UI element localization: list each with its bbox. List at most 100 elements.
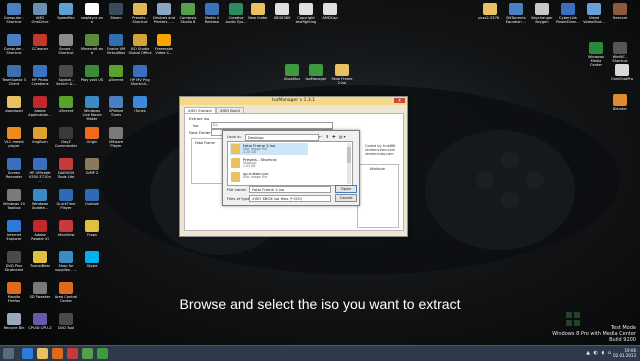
camtasia-taskbar-icon[interactable] bbox=[82, 348, 93, 359]
desktop-icon-vlc[interactable]: VLC media player bbox=[2, 127, 26, 148]
desktop-icon-keychanger[interactable]: Keychanger Keygen bbox=[530, 3, 554, 24]
folder-shortcut-icon bbox=[231, 158, 240, 168]
desktop-icon-dvd[interactable]: DVD Tool bbox=[54, 313, 78, 330]
desktop-icon-utorrent2[interactable]: uTorrent bbox=[54, 96, 78, 113]
start-button[interactable] bbox=[3, 348, 14, 359]
desktop-icon-computer2[interactable]: Computer - Shortcut bbox=[2, 34, 26, 55]
desktop-icon-winmc[interactable]: WinMC - Shortcut bbox=[608, 42, 632, 63]
desktop-icon-adobe[interactable]: Adobe Application... bbox=[28, 96, 52, 117]
tree-item-label[interactable]: Fatal Frame bbox=[195, 141, 215, 145]
desktop-icon-computer[interactable]: Computer - Shortcut bbox=[2, 3, 26, 24]
desktop-icon-wmc[interactable]: Windows Media Center bbox=[584, 42, 608, 67]
firefox-taskbar-icon[interactable] bbox=[52, 348, 63, 359]
desktop-icon-speedfan[interactable]: SpeedFan bbox=[54, 3, 78, 20]
desktop-icon-ie[interactable]: Internet Explorer bbox=[2, 220, 26, 241]
desktop-icon-xbxlogo[interactable]: XboxMus bbox=[280, 64, 304, 81]
desktop-icon-cpuid[interactable]: CPUID CPU-Z bbox=[28, 313, 52, 330]
iso-path-field[interactable]: C:\ bbox=[211, 122, 333, 129]
desktop-icon-wupdate[interactable]: Windows Update... bbox=[28, 189, 52, 210]
look-in-select[interactable]: Desktop bbox=[245, 134, 319, 141]
desktop-icon-copyright[interactable]: Copyright testfighting bbox=[294, 3, 318, 24]
spybot-icon bbox=[59, 65, 73, 77]
desktop-icon-skype[interactable]: Skype bbox=[80, 251, 104, 268]
isomanager-taskbar-icon[interactable] bbox=[97, 348, 108, 359]
media-taskbar-icon[interactable] bbox=[67, 348, 78, 359]
desktop-icon-vmware[interactable]: VMware Player bbox=[104, 127, 128, 148]
desktop-icon-cyberlink[interactable]: CyberLink PowerDirec... bbox=[556, 3, 580, 24]
ie-taskbar-icon[interactable] bbox=[22, 348, 33, 359]
desktop-icon-recycle[interactable]: Recycle Bin bbox=[2, 313, 26, 330]
desktop-icon-minecraft[interactable]: Minecraft.exe bbox=[80, 34, 104, 55]
desktop-icon-isomanager[interactable]: IsoManager bbox=[304, 64, 328, 81]
desktop-icon-xbox360[interactable]: XBOX360 bbox=[270, 3, 294, 20]
dialog-toolbar-icons[interactable]: ← ⬆ ✚ ▤▾ bbox=[319, 134, 347, 139]
desktop-icon-download[interactable]: download bbox=[2, 96, 26, 113]
desktop-icon-dayz[interactable]: DayZ Commander bbox=[54, 127, 78, 148]
desktop-icon-hpofficejet[interactable]: HP Officejet K550 E710n ... bbox=[28, 158, 52, 183]
desktop-icon-newfolder[interactable]: New folder bbox=[246, 3, 270, 20]
desktop-icon-quicktime[interactable]: QuickTime Player bbox=[54, 189, 78, 210]
desktop-icon-bitt[interactable]: BitTorrents Equation ... bbox=[504, 3, 528, 24]
desktop-icon-teamspeak[interactable]: TeamSpeak 3 Client bbox=[2, 65, 26, 86]
desktop-icon-steam[interactable]: Steam bbox=[104, 3, 128, 20]
desktop-icon-fatal[interactable]: Fatal Frame 2.iso bbox=[330, 64, 354, 85]
desktop-icon-label: ImgBurn bbox=[32, 140, 48, 144]
desktop-icon-creative[interactable]: Creative Audio Sys... bbox=[224, 3, 248, 24]
desktop-icon-blender[interactable]: Blender bbox=[608, 94, 632, 111]
desktop-icon-spybot[interactable]: Spybot - Search &... bbox=[54, 65, 78, 86]
desktop-icon-label: Presets - Shortcut bbox=[132, 16, 148, 24]
desktop-icon-origin[interactable]: Origin bbox=[80, 127, 104, 144]
desktop-icon-ulead[interactable]: Ulead VideoStud... bbox=[582, 3, 606, 24]
desktop-icon-hexcore[interactable]: Hexcore bbox=[608, 3, 632, 20]
desktop-icon-hpcreations[interactable]: HP Photo Creations bbox=[28, 65, 52, 86]
desktop-icon-camshot[interactable]: CamShotPro bbox=[610, 64, 634, 81]
file-item[interactable]: Presets - Shortcut Shortcut 1.03 KB bbox=[230, 157, 308, 169]
desktop-icon-utorrent[interactable]: μTorrent bbox=[104, 65, 128, 82]
scrollbar-thumb[interactable] bbox=[347, 147, 351, 163]
explorer-taskbar-icon[interactable] bbox=[37, 348, 48, 359]
cancel-button[interactable]: Cancel bbox=[335, 194, 357, 202]
xbxlogo-icon bbox=[285, 64, 299, 76]
desktop-icon-iso[interactable]: ISO Studio Global Office bbox=[128, 34, 152, 55]
desktop-icon-amdcap[interactable]: AMDCap bbox=[318, 3, 342, 20]
file-list-scrollbar[interactable] bbox=[347, 143, 351, 184]
desktop-icon-amd[interactable]: AMD OneDrive bbox=[28, 3, 52, 24]
desktop-icon-devices[interactable]: Devices and Printers - ... bbox=[152, 3, 176, 24]
desktop-icon-medio[interactable]: Medio 4 Release bbox=[200, 3, 224, 24]
file-item[interactable]: vp-mikom.iso Disc Image File bbox=[230, 171, 308, 183]
desktop-icon-fraps[interactable]: Fraps bbox=[80, 220, 104, 237]
desktop-icon-playvol[interactable]: Play vol4 US bbox=[80, 65, 104, 82]
desktop-icon-imgburn[interactable]: ImgBurn bbox=[28, 127, 52, 144]
desktop-icon-presets[interactable]: Presets - Shortcut bbox=[128, 3, 152, 24]
desktop-icon-sound[interactable]: Sound - Shortcut bbox=[54, 34, 78, 55]
window-titlebar[interactable]: IsoManager v 1.3.1 X bbox=[180, 97, 407, 105]
desktop-icon-dvdplus[interactable]: DVD Plus Stratcome bbox=[2, 251, 26, 272]
desktop-icon-wintoolbox[interactable]: Windows 10 Toolbox bbox=[2, 189, 26, 210]
close-button[interactable]: X bbox=[394, 98, 405, 103]
tray-icons[interactable]: ▲ ◐ ◖ ⌂ bbox=[586, 350, 612, 356]
desktop-icon-hpvideo[interactable]: SPWave Tunes bbox=[104, 96, 128, 117]
file-list[interactable]: Fatal Frame 2.iso Disc Image File 4.20 GB… bbox=[227, 141, 353, 186]
file-name-input[interactable]: Fatal Frame 2.iso bbox=[249, 186, 331, 193]
desktop-icon-gimp[interactable]: GIMP 2 bbox=[80, 158, 104, 175]
desktop-icon-ccleaner[interactable]: CCleaner bbox=[28, 34, 52, 51]
desktop-icon-outlook[interactable]: Outlook bbox=[80, 189, 104, 206]
file-type-select[interactable]: XISO XBOX iso files (*.ISO) bbox=[249, 195, 331, 202]
system-clock[interactable]: 19:06 02.01.2013 bbox=[613, 348, 636, 358]
desktop-icon-screen[interactable]: Screen Recorder bbox=[2, 158, 26, 179]
desktop-icon-camtasia[interactable]: Camtasia Studio 8 bbox=[176, 3, 200, 24]
desktop-icon-pcsx2[interactable]: pcsx2-5576 - bbox=[478, 3, 502, 20]
desktop-icon-tunnelbear[interactable]: TunnelBear bbox=[28, 251, 52, 268]
desktop-icon-mymovie[interactable]: Windows Live Movie Maker bbox=[80, 96, 104, 121]
desktop-icon-daemon[interactable]: DAEMON Tools Lite bbox=[54, 158, 78, 179]
open-button[interactable]: Open bbox=[335, 185, 357, 193]
desktop-icon-shop[interactable]: Shop for supplies - ... bbox=[54, 251, 78, 272]
desktop-icon-xpadder[interactable]: xwplaync.exe bbox=[80, 3, 104, 24]
desktop-icon-oracle[interactable]: Oracle VM VirtualBox bbox=[104, 34, 128, 55]
desktop-icon-hpmv[interactable]: HP MV Png Shortcut... bbox=[128, 65, 152, 86]
file-item[interactable]: Fatal Frame 2.iso Disc Image File 4.20 GB bbox=[230, 143, 308, 155]
desktop-icon-fl[interactable]: Freemake Video C... bbox=[152, 34, 176, 55]
desktop-icon-adobereader[interactable]: Adobe Reader XI bbox=[28, 220, 52, 241]
desktop-icon-itunes[interactable]: iTunes bbox=[128, 96, 152, 113]
desktop-icon-irfanview[interactable]: IrfanView bbox=[54, 220, 78, 237]
